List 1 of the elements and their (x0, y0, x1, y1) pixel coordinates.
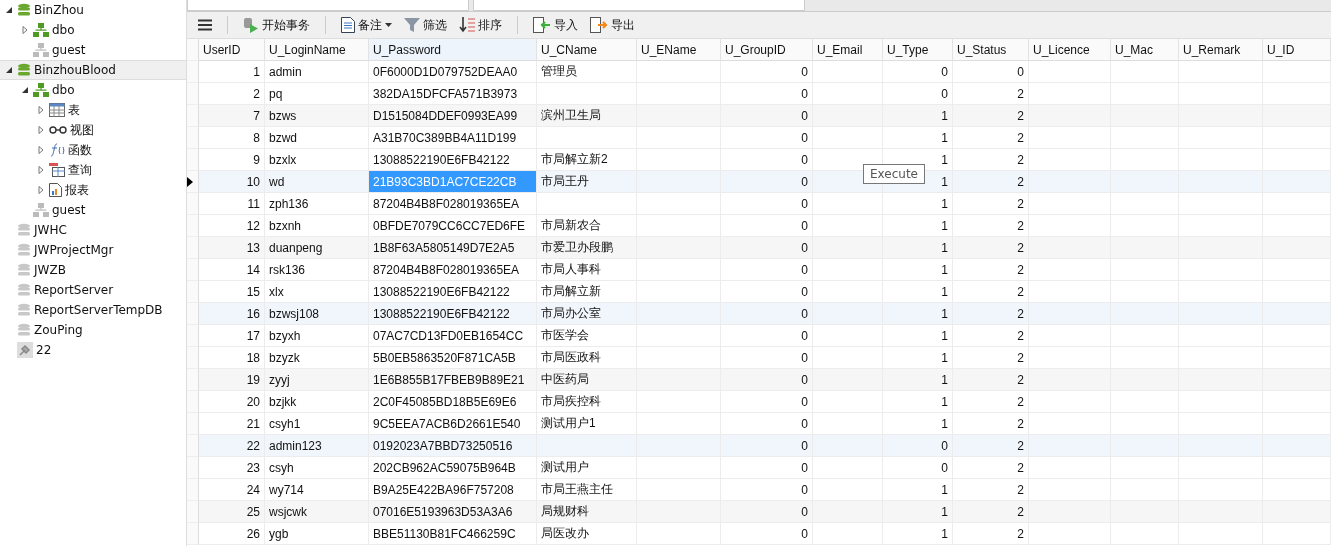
tooltip: Execute (863, 164, 925, 184)
